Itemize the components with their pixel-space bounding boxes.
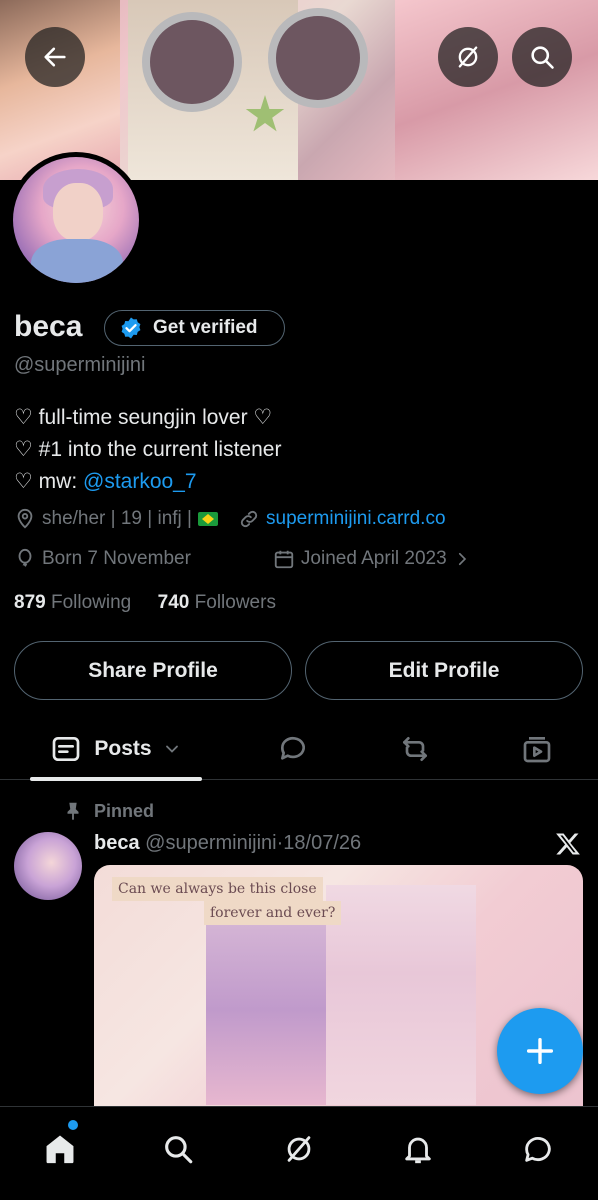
following-count: 879: [14, 592, 46, 613]
display-name: beca: [14, 310, 83, 343]
chevron-right-icon[interactable]: [453, 550, 471, 568]
joined-text: Joined April 2023: [300, 548, 447, 569]
grok-icon: [458, 46, 478, 68]
avatar-image: [13, 157, 139, 283]
user-handle: @superminijini: [14, 354, 146, 376]
tab-posts-label: Posts: [94, 737, 152, 760]
nav-grok[interactable]: [279, 1129, 319, 1169]
post-author-avatar[interactable]: [14, 832, 82, 900]
banner-heart-locket-left: [142, 12, 242, 112]
bio-line: ♡ mw: @starkoo_7: [14, 466, 281, 498]
bell-icon: [405, 1137, 431, 1164]
calendar-icon: [274, 550, 294, 569]
verified-badge-icon: [121, 317, 141, 339]
post-author-name[interactable]: beca: [94, 832, 140, 854]
compose-post-button[interactable]: [497, 1008, 583, 1094]
banner-heart-locket-right: [268, 8, 368, 108]
profile-avatar[interactable]: [8, 152, 144, 288]
arrow-left-icon: [44, 47, 66, 67]
brazil-flag-icon: [198, 512, 218, 526]
media-photo-right: [326, 885, 476, 1105]
birthday-text: Born 7 November: [42, 548, 191, 569]
nav-home[interactable]: [40, 1129, 80, 1169]
grok-icon: [287, 1136, 311, 1162]
post-author-handle[interactable]: @superminijini: [145, 832, 276, 854]
grok-button[interactable]: [438, 27, 498, 87]
media-photo-left: [206, 915, 326, 1105]
post-date[interactable]: 18/07/26: [283, 832, 361, 854]
balloon-icon: [18, 548, 32, 567]
get-verified-button[interactable]: Get verified: [104, 310, 285, 346]
get-verified-label: Get verified: [153, 317, 258, 338]
pin-icon: [67, 802, 79, 821]
messages-icon: [525, 1137, 551, 1162]
search-button[interactable]: [512, 27, 572, 87]
profile-bio: ♡ full-time seungjin lover ♡ ♡ #1 into t…: [14, 402, 281, 498]
media-caption: Can we always be this close forever and …: [112, 877, 342, 925]
back-button[interactable]: [25, 27, 85, 87]
tab-reposts[interactable]: [384, 718, 446, 780]
plus-icon: [526, 1037, 554, 1065]
following-label: Following: [50, 592, 132, 613]
link-icon: [240, 510, 258, 528]
media-caption-line: forever and ever?: [204, 901, 342, 925]
home-icon: [46, 1135, 74, 1164]
home-notification-dot: [68, 1120, 78, 1130]
location-pin-icon: [17, 508, 33, 529]
x-logo-icon: [556, 833, 580, 855]
nav-search[interactable]: [158, 1129, 198, 1169]
repost-icon: [403, 737, 427, 761]
pinned-indicator: Pinned: [62, 800, 154, 822]
reply-icon: [280, 736, 305, 760]
profile-meta-row: she/her | 19 | infj | superminijini.carr…: [14, 508, 446, 530]
share-profile-button[interactable]: Share Profile: [14, 641, 292, 700]
bio-line-prefix: ♡ mw:: [14, 470, 83, 493]
nav-notifications[interactable]: [398, 1129, 438, 1169]
bio-line: ♡ #1 into the current listener: [14, 438, 282, 461]
search-icon: [531, 46, 554, 69]
media-caption-line: Can we always be this close: [112, 877, 323, 901]
banner-photo-right: [395, 0, 598, 180]
media-icon: [523, 737, 551, 763]
website-link[interactable]: superminijini.carrd.co: [266, 508, 446, 530]
bottom-navigation: [0, 1106, 598, 1200]
location-text: she/her | 19 | infj |: [42, 508, 192, 529]
followers-count: 740: [157, 592, 190, 613]
active-tab-indicator: [30, 777, 202, 781]
followers-label: Followers: [194, 592, 276, 613]
following-link[interactable]: 879 Following: [14, 592, 131, 613]
follow-counts: 879 Following 740 Followers: [14, 592, 276, 614]
search-icon: [165, 1136, 193, 1164]
tab-posts[interactable]: Posts: [30, 718, 202, 781]
tab-replies[interactable]: [262, 718, 324, 780]
post-header: beca @superminijini·18/07/26: [94, 832, 361, 855]
chevron-down-icon: [165, 745, 178, 753]
profile-tabs: Posts: [0, 718, 598, 781]
edit-profile-button[interactable]: Edit Profile: [305, 641, 583, 700]
bio-line: ♡ full-time seungjin lover ♡: [14, 406, 273, 429]
bio-mention-link[interactable]: @starkoo_7: [83, 470, 197, 493]
nav-messages[interactable]: [518, 1129, 558, 1169]
profile-meta-row: Born 7 November Joined April 2023: [14, 548, 477, 570]
tab-media[interactable]: [506, 718, 568, 780]
posts-icon: [53, 737, 80, 761]
pinned-label: Pinned: [94, 800, 155, 821]
followers-link[interactable]: 740 Followers: [158, 592, 276, 613]
